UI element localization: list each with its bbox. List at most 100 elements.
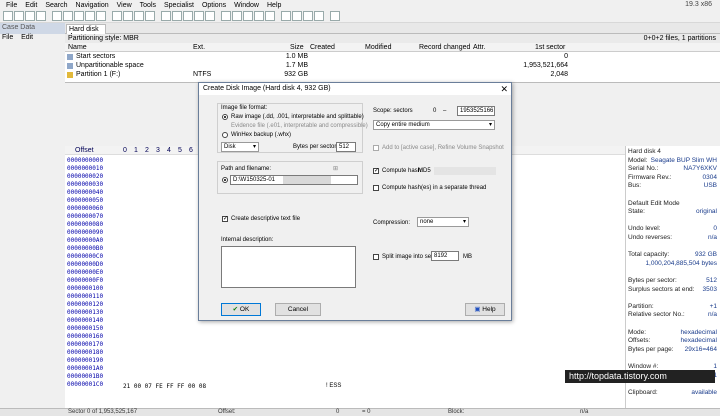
menu-navigation[interactable]: Navigation [72, 2, 113, 9]
hash-select-box[interactable] [434, 167, 496, 175]
dialog-title-text: Create Disk Image (Hard disk 4, 932 GB) [203, 85, 331, 92]
add-to-case-checkbox[interactable] [373, 145, 379, 151]
col-created[interactable]: Created [310, 44, 335, 51]
disk-icon[interactable] [221, 11, 231, 21]
redacted-path [283, 176, 331, 184]
col-first-sector[interactable]: 1st sector [535, 44, 565, 51]
compression-select[interactable]: none [417, 217, 469, 227]
forward-icon[interactable] [183, 11, 193, 21]
col-ext[interactable]: Ext. [193, 44, 205, 51]
back-icon[interactable] [172, 11, 182, 21]
hex-offset: 00000000D0 [67, 261, 104, 268]
calculator-icon[interactable] [265, 11, 275, 21]
case-menu-file[interactable]: File [2, 34, 13, 41]
save-icon[interactable] [25, 11, 35, 21]
split-size-input[interactable]: 8192 [431, 251, 459, 261]
add-to-case-label[interactable]: Add to [active case], Refine Volume Snap… [382, 145, 504, 151]
case-menu-edit[interactable]: Edit [21, 34, 33, 41]
separate-thread-label[interactable]: Compute hash(es) in a separate thread [382, 185, 486, 191]
ok-button[interactable]: ✔ OK [221, 303, 261, 316]
menu-edit[interactable]: Edit [21, 2, 41, 9]
winhex-backup-label[interactable]: WinHex backup (.whx) [231, 132, 291, 138]
menu-window[interactable]: Window [230, 2, 263, 9]
eraser-icon[interactable] [330, 11, 340, 21]
search-icon[interactable] [254, 11, 264, 21]
hex-offset: 0000000170 [67, 341, 104, 348]
menu-specialist[interactable]: Specialist [160, 2, 198, 9]
new-icon[interactable] [3, 11, 13, 21]
internal-description-input[interactable] [221, 246, 356, 288]
path-radio[interactable] [222, 177, 228, 183]
replace-hex-icon[interactable] [145, 11, 155, 21]
tab-hard-disk[interactable]: Hard disk 4 [66, 24, 106, 40]
open-icon[interactable] [14, 11, 24, 21]
internal-description-label: Internal description: [221, 237, 274, 243]
table-icon[interactable] [303, 11, 313, 21]
image-icon[interactable] [243, 11, 253, 21]
status-sector: Sector 0 of 1,953,525,167 [68, 409, 138, 415]
settings-icon[interactable] [314, 11, 324, 21]
hex-offset: 0000000090 [67, 229, 104, 236]
format-label: Image file format: [221, 105, 268, 111]
info-label: Mode: [628, 328, 647, 336]
disk-select[interactable]: Disk [221, 142, 259, 152]
menu-help[interactable]: Help [263, 2, 285, 9]
bytes-per-sector-input[interactable]: 512 [336, 142, 356, 152]
write-icon[interactable] [96, 11, 106, 21]
hex-offset: 0000000180 [67, 349, 104, 356]
close-icon[interactable]: ✕ [500, 84, 508, 95]
copy-icon[interactable] [74, 11, 84, 21]
toolbar-separator [156, 11, 160, 21]
col-size[interactable]: Size [290, 44, 304, 51]
copy-mode-select[interactable]: Copy entire medium [373, 120, 495, 130]
hash-algorithm[interactable]: MD5 [418, 168, 431, 174]
cut-icon[interactable] [63, 11, 73, 21]
hex-offset-label: Offset [75, 147, 94, 154]
info-value: 932 GB [694, 251, 717, 259]
hex-ascii: ! ESS [326, 383, 342, 389]
col-name[interactable]: Name [68, 44, 87, 51]
info-label: Undo reverses: [628, 234, 673, 241]
path-browse-icon[interactable]: ⊞ [333, 165, 338, 172]
paste-icon[interactable] [85, 11, 95, 21]
menu-tools[interactable]: Tools [136, 2, 160, 9]
menu-options[interactable]: Options [198, 2, 230, 9]
menu-search[interactable]: Search [41, 2, 71, 9]
hex-offset: 00000001A0 [67, 365, 104, 372]
compute-hash-label[interactable]: Compute hash: [382, 168, 423, 174]
find-icon[interactable] [112, 11, 122, 21]
split-image-checkbox[interactable] [373, 254, 379, 260]
descriptive-text-checkbox[interactable]: ✓ [222, 216, 228, 222]
info-value: 3503 [702, 285, 717, 293]
hex-col-header: 3 [156, 147, 160, 154]
cancel-button[interactable]: Cancel [275, 303, 321, 316]
col-attr[interactable]: Attr. [473, 44, 485, 51]
winhex-backup-radio[interactable] [222, 132, 228, 138]
undo-icon[interactable] [52, 11, 62, 21]
col-record-changed[interactable]: Record changed [419, 44, 470, 51]
sync-icon[interactable] [281, 11, 291, 21]
first-sector-icon[interactable] [194, 11, 204, 21]
ram-icon[interactable] [232, 11, 242, 21]
compute-hash-checkbox[interactable]: ✓ [373, 168, 379, 174]
menu-file[interactable]: File [2, 2, 21, 9]
info-label: Total capacity: [628, 251, 670, 259]
goto-offset-icon[interactable] [161, 11, 171, 21]
print-icon[interactable] [36, 11, 46, 21]
scope-from[interactable]: 0 [433, 108, 436, 114]
replace-icon[interactable] [134, 11, 144, 21]
dialog-title: Create Disk Image (Hard disk 4, 932 GB) … [199, 83, 511, 95]
scope-to-input[interactable]: 1953525166 [457, 106, 495, 116]
separate-thread-checkbox[interactable] [373, 185, 379, 191]
compare-icon[interactable] [292, 11, 302, 21]
col-modified[interactable]: Modified [365, 44, 391, 51]
evidence-file-label[interactable]: Evidence file (.e01, interpretable and c… [231, 123, 368, 129]
raw-image-radio[interactable] [222, 114, 228, 120]
descriptive-text-label[interactable]: Create descriptive text file [231, 216, 300, 222]
ok-label: OK [239, 306, 250, 313]
last-sector-icon[interactable] [205, 11, 215, 21]
raw-image-label[interactable]: Raw image (.dd, .001, interpretable and … [231, 114, 364, 120]
menu-view[interactable]: View [113, 2, 136, 9]
help-button[interactable]: ▣ Help [465, 303, 505, 316]
find-hex-icon[interactable] [123, 11, 133, 21]
